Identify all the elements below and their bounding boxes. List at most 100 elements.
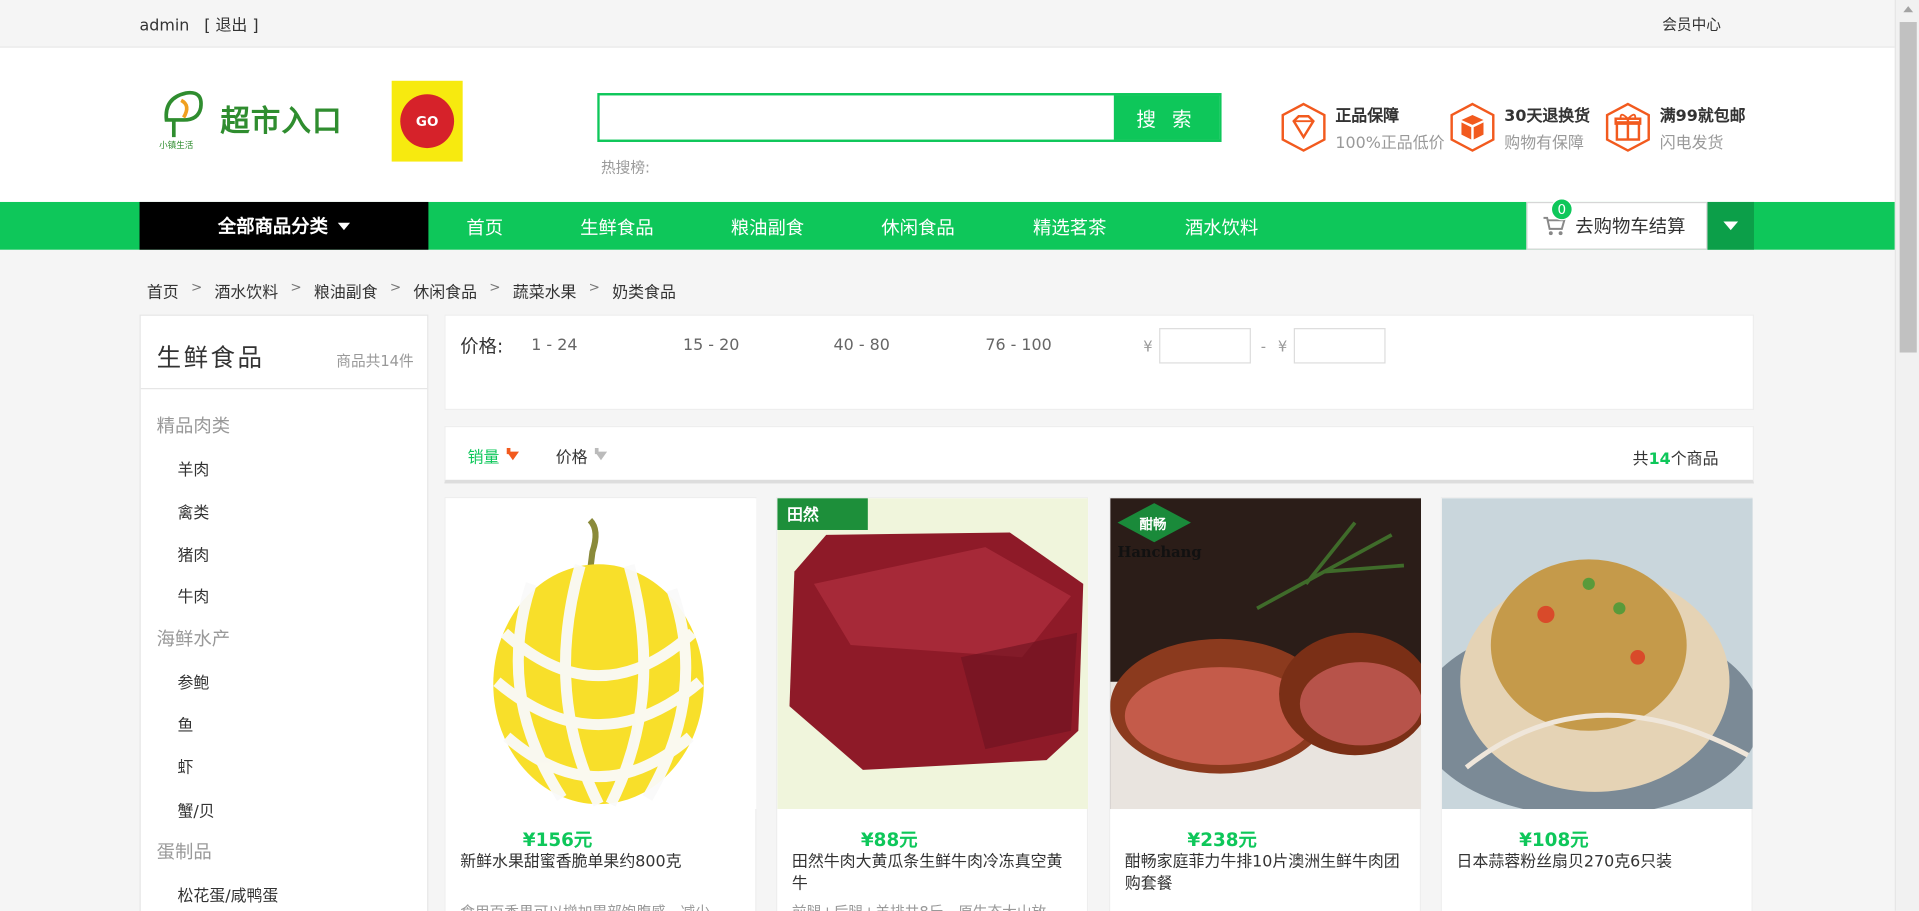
- nav-item-grain-oil[interactable]: 粮油副食: [731, 214, 804, 240]
- logout-link[interactable]: [ 退出 ]: [204, 17, 258, 35]
- arrow-down-icon: [594, 451, 608, 461]
- nav-item-tea[interactable]: 精选茗茶: [1033, 214, 1106, 240]
- hot-search-label: 热搜榜:: [600, 159, 651, 177]
- search-button[interactable]: 搜 索: [1113, 95, 1220, 140]
- promise-subtitle: 100%正品低价: [1335, 134, 1445, 153]
- product-name[interactable]: 日本蒜蓉粉丝扇贝270克6只装: [1457, 852, 1737, 874]
- breadcrumb-item[interactable]: 酒水饮料: [214, 279, 278, 302]
- sidebar-group-meat[interactable]: 精品肉类: [157, 412, 230, 438]
- promise-subtitle: 购物有保障: [1504, 134, 1584, 153]
- promise-title: 正品保障: [1335, 107, 1400, 126]
- sidebar-item[interactable]: 松花蛋/咸鸭蛋: [177, 883, 278, 905]
- sidebar-item[interactable]: 鱼: [177, 712, 193, 735]
- caret-down-icon: [1723, 221, 1739, 231]
- product-image[interactable]: [1441, 498, 1753, 810]
- member-center-link[interactable]: 会员中心: [1662, 13, 1721, 34]
- yen-symbol: ¥: [1143, 337, 1153, 355]
- product-price: ¥156元: [522, 828, 593, 851]
- svg-text:小镇生活: 小镇生活: [159, 139, 194, 151]
- price-range-option[interactable]: 40 - 80: [834, 337, 890, 355]
- nav-item-home[interactable]: 首页: [466, 214, 503, 240]
- product-price: ¥238元: [1187, 828, 1257, 851]
- caret-down-icon: [337, 222, 351, 230]
- sort-price-label: 价格: [555, 449, 588, 468]
- price-dash: -: [1260, 337, 1267, 355]
- price-max-input[interactable]: [1293, 328, 1386, 364]
- total-count: 共14个商品: [1632, 450, 1719, 469]
- price-range-option[interactable]: 1 - 24: [531, 337, 577, 355]
- product-price: ¥108元: [1519, 828, 1589, 851]
- yen-symbol: ¥: [1277, 337, 1288, 355]
- cart-button[interactable]: 0 去购物车结算: [1526, 198, 1708, 250]
- chevron-right-icon: >: [489, 279, 501, 295]
- sidebar-count: 商品共14件: [336, 352, 414, 370]
- product-image[interactable]: 田然: [777, 498, 1089, 810]
- product-image[interactable]: 酣畅 Hanchang: [1110, 498, 1422, 810]
- breadcrumb-item[interactable]: 蔬菜水果: [513, 279, 577, 302]
- product-name[interactable]: 酣畅家庭菲力牛排10片澳洲生鲜牛肉团购套餐: [1125, 852, 1405, 896]
- sort-by-sales[interactable]: 销量: [468, 444, 519, 468]
- sort-by-price[interactable]: 价格: [555, 444, 608, 468]
- sidebar-item[interactable]: 猪肉: [177, 542, 209, 565]
- nav-item-snacks[interactable]: 休闲食品: [881, 214, 954, 240]
- product-brand: 酣畅: [1140, 516, 1167, 533]
- gift-icon: [1603, 102, 1652, 153]
- page-scrollbar[interactable]: [1894, 0, 1919, 911]
- breadcrumb-item[interactable]: 粮油副食: [314, 279, 378, 302]
- all-categories-button[interactable]: 全部商品分类: [139, 201, 429, 250]
- sidebar-item[interactable]: 禽类: [177, 499, 209, 522]
- chevron-right-icon: >: [389, 279, 402, 295]
- promise-title: 满99就包邮: [1659, 107, 1746, 126]
- total-count-number: 14: [1648, 450, 1671, 469]
- breadcrumb-item[interactable]: 休闲食品: [413, 279, 477, 302]
- sidebar-item[interactable]: 羊肉: [177, 457, 209, 479]
- logo-text: 超市入口: [220, 103, 343, 138]
- sidebar-item[interactable]: 牛肉: [177, 584, 209, 607]
- product-card[interactable]: 酣畅 Hanchang ¥238元 酣畅家庭菲力牛排10片澳洲生鲜牛肉团购套餐: [1108, 496, 1422, 911]
- price-min-input[interactable]: [1159, 328, 1251, 364]
- promise-return: 30天退换货 购物有保障: [1448, 102, 1590, 153]
- diamond-icon: [1279, 102, 1328, 153]
- product-card[interactable]: 田然 ¥88元 田然牛肉大黄瓜条生鲜牛肉冷冻真空黄牛 前腿+后腿+羊排共8斤，原…: [776, 496, 1089, 911]
- sort-bar: 销量 价格 共14个商品: [444, 425, 1754, 484]
- breadcrumb-item[interactable]: 首页: [147, 279, 179, 302]
- search-input[interactable]: [599, 95, 1114, 140]
- sidebar-group-eggs[interactable]: 蛋制品: [157, 838, 212, 864]
- sidebar-group-seafood[interactable]: 海鲜水产: [157, 625, 230, 651]
- product-brand: 田然: [787, 505, 819, 524]
- sidebar-item[interactable]: 参鲍: [177, 670, 209, 692]
- site-logo[interactable]: 小镇生活 超市入口: [154, 80, 387, 156]
- price-filter: 价格: 1 - 24 15 - 20 40 - 80 76 - 100 ¥ - …: [444, 314, 1754, 411]
- user-info: admin [ 退出 ]: [140, 12, 259, 35]
- product-image[interactable]: [445, 498, 757, 810]
- product-card[interactable]: ¥156元 新鲜水果甜蜜香脆单果约800克 食用百香果可以增加胃部饱腹感，减少: [444, 496, 757, 911]
- chevron-right-icon: >: [290, 279, 302, 295]
- box-icon: [1448, 102, 1497, 153]
- arrow-down-icon: [506, 451, 519, 461]
- product-card[interactable]: ¥108元 日本蒜蓉粉丝扇贝270克6只装: [1440, 496, 1753, 911]
- nav-item-fresh[interactable]: 生鲜食品: [580, 214, 653, 240]
- username: admin: [139, 17, 190, 36]
- search-box: 搜 索: [597, 93, 1222, 142]
- cart-count-badge: 0: [1550, 198, 1573, 221]
- leaf-logo-icon: 小镇生活: [154, 83, 213, 152]
- product-name[interactable]: 新鲜水果甜蜜香脆单果约800克: [460, 852, 740, 874]
- price-range-option[interactable]: 76 - 100: [985, 337, 1051, 355]
- breadcrumb-item[interactable]: 奶类食品: [612, 279, 676, 302]
- sidebar-item[interactable]: 蟹/贝: [177, 798, 214, 821]
- sidebar-item[interactable]: 虾: [177, 754, 193, 777]
- product-price: ¥88元: [860, 828, 918, 851]
- main-nav: 全部商品分类 首页 生鲜食品 粮油副食 休闲食品 精选茗茶 酒水饮料 0 去购物…: [0, 198, 1919, 250]
- scroll-up-icon[interactable]: [1903, 6, 1914, 13]
- category-sidebar: 生鲜食品 商品共14件 精品肉类 羊肉 禽类 猪肉 牛肉 海鲜水产 参鲍 鱼 虾…: [139, 314, 429, 911]
- chevron-right-icon: >: [190, 279, 203, 295]
- nav-item-drinks[interactable]: 酒水饮料: [1185, 214, 1258, 240]
- cart-dropdown-button[interactable]: [1707, 201, 1754, 250]
- top-bar: admin [ 退出 ] 会员中心: [0, 0, 1919, 48]
- go-badge[interactable]: GO: [391, 80, 463, 162]
- product-desc: 前腿+后腿+羊排共8斤，原生态大山放: [792, 901, 1072, 911]
- scrollbar-thumb[interactable]: [1899, 22, 1917, 353]
- price-range-option[interactable]: 15 - 20: [683, 337, 739, 355]
- product-name[interactable]: 田然牛肉大黄瓜条生鲜牛肉冷冻真空黄牛: [792, 852, 1072, 896]
- product-brand-en: Hanchang: [1118, 544, 1202, 561]
